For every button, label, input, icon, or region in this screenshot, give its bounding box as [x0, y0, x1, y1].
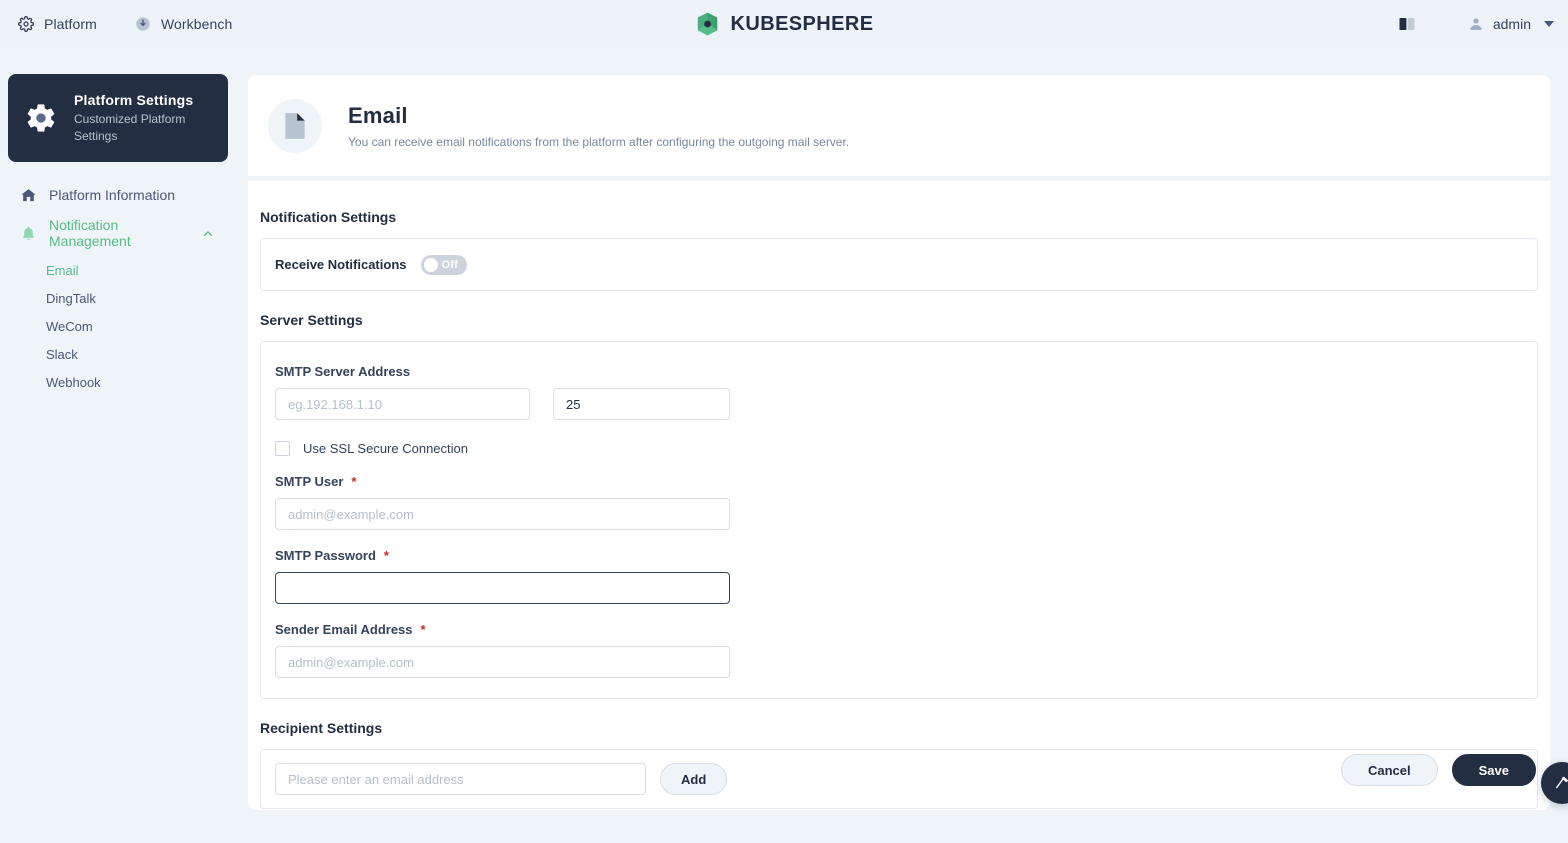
sender-email-address-input[interactable] — [275, 646, 730, 678]
sidebar-label-notification-management: Notification Management — [49, 217, 202, 249]
recipient-email-input[interactable] — [275, 763, 646, 795]
smtp-server-address-input[interactable] — [275, 388, 530, 420]
platform-settings-title: Platform Settings — [74, 92, 214, 108]
sidebar-label-email: Email — [46, 263, 79, 278]
sidebar-item-wecom[interactable]: WeCom — [0, 312, 236, 340]
user-avatar-icon — [1468, 16, 1484, 32]
receive-notifications-label: Receive Notifications — [275, 257, 407, 272]
docs-book-icon[interactable] — [1398, 15, 1468, 33]
sidebar-item-slack[interactable]: Slack — [0, 340, 236, 368]
label-smtp-server-address: SMTP Server Address — [275, 364, 1537, 379]
smtp-port-input[interactable] — [553, 388, 730, 420]
page-description: You can receive email notifications from… — [348, 135, 849, 149]
gear-icon — [24, 101, 58, 135]
field-smtp-password: SMTP Password * — [275, 548, 1537, 604]
user-menu[interactable]: admin — [1468, 16, 1554, 32]
top-nav-group: Platform Workbench — [18, 16, 270, 32]
home-icon — [20, 187, 49, 204]
sidebar-item-notification-management[interactable]: Notification Management — [0, 214, 236, 252]
topnav-label-workbench: Workbench — [161, 16, 232, 32]
sidebar-label-platform-information: Platform Information — [49, 187, 175, 203]
topnav-item-platform[interactable]: Platform — [18, 16, 97, 32]
platform-settings-description: Customized Platform Settings — [74, 111, 214, 145]
receive-notifications-toggle[interactable]: Off — [421, 255, 467, 275]
form-actions: Cancel Save — [1341, 754, 1536, 786]
sidebar-label-wecom: WeCom — [46, 319, 93, 334]
sidebar-nav: Platform Information Notification Manage… — [0, 176, 236, 396]
chevron-up-icon[interactable] — [202, 227, 214, 239]
field-smtp-server-address: SMTP Server Address Use SSL Secure Conne… — [275, 364, 1537, 456]
bell-icon — [20, 225, 49, 242]
sidebar-subnav: Email DingTalk WeCom Slack Webhook — [0, 256, 236, 396]
brand-name: KUBESPHERE — [731, 13, 874, 36]
label-sender-email-address: Sender Email Address * — [275, 622, 1537, 637]
topnav-item-workbench[interactable]: Workbench — [135, 16, 232, 32]
server-settings-panel: SMTP Server Address Use SSL Secure Conne… — [260, 341, 1538, 699]
gear-icon — [18, 16, 34, 32]
topbar-right-group: admin — [1398, 0, 1554, 48]
label-smtp-password: SMTP Password * — [275, 548, 1537, 563]
toggle-knob — [424, 258, 438, 272]
user-name-label: admin — [1493, 16, 1531, 32]
document-icon — [282, 111, 308, 141]
topnav-label-platform: Platform — [44, 16, 97, 32]
required-marker: * — [351, 475, 356, 488]
sidebar-label-slack: Slack — [46, 347, 78, 362]
section-title-server-settings: Server Settings — [260, 312, 1538, 328]
toolbox-hammer-icon — [1553, 774, 1568, 792]
toggle-state-label: Off — [442, 259, 458, 271]
page-title: Email — [348, 103, 849, 129]
sidebar-item-email[interactable]: Email — [0, 256, 236, 284]
use-ssl-checkbox-row[interactable]: Use SSL Secure Connection — [275, 441, 1537, 456]
use-ssl-label: Use SSL Secure Connection — [303, 441, 468, 456]
cancel-button[interactable]: Cancel — [1341, 754, 1438, 786]
label-smtp-password-text: SMTP Password — [275, 548, 376, 563]
use-ssl-checkbox[interactable] — [275, 441, 290, 456]
page-header: Email You can receive email notification… — [248, 75, 1550, 176]
add-recipient-button[interactable]: Add — [660, 763, 727, 795]
settings-content-panel: Notification Settings Receive Notificati… — [248, 181, 1550, 810]
workbench-icon — [135, 16, 151, 32]
top-navigation-bar: Platform Workbench KUBESPHERE — [0, 0, 1568, 48]
sidebar: Platform Settings Customized Platform Se… — [0, 48, 236, 843]
smtp-password-input[interactable] — [275, 572, 730, 604]
notification-settings-panel: Receive Notifications Off — [260, 238, 1538, 291]
kubesphere-brand[interactable]: KUBESPHERE — [695, 11, 874, 37]
sidebar-label-webhook: Webhook — [46, 375, 101, 390]
sidebar-item-dingtalk[interactable]: DingTalk — [0, 284, 236, 312]
label-sender-email-address-text: Sender Email Address — [275, 622, 413, 637]
smtp-user-input[interactable] — [275, 498, 730, 530]
sidebar-item-platform-information[interactable]: Platform Information — [0, 176, 236, 214]
kubesphere-logo-icon — [695, 11, 721, 37]
page-header-icon-wrap — [268, 99, 322, 153]
required-marker: * — [421, 623, 426, 636]
label-smtp-user-text: SMTP User — [275, 474, 343, 489]
sidebar-item-webhook[interactable]: Webhook — [0, 368, 236, 396]
section-title-recipient-settings: Recipient Settings — [260, 720, 1538, 736]
platform-settings-card[interactable]: Platform Settings Customized Platform Se… — [8, 74, 228, 162]
field-sender-email-address: Sender Email Address * — [275, 622, 1537, 678]
label-smtp-user: SMTP User * — [275, 474, 1537, 489]
section-title-notification-settings: Notification Settings — [260, 209, 1538, 225]
save-button[interactable]: Save — [1452, 754, 1536, 786]
sidebar-label-dingtalk: DingTalk — [46, 291, 96, 306]
required-marker: * — [384, 549, 389, 562]
field-smtp-user: SMTP User * — [275, 474, 1537, 530]
chevron-down-icon[interactable] — [1544, 21, 1554, 27]
